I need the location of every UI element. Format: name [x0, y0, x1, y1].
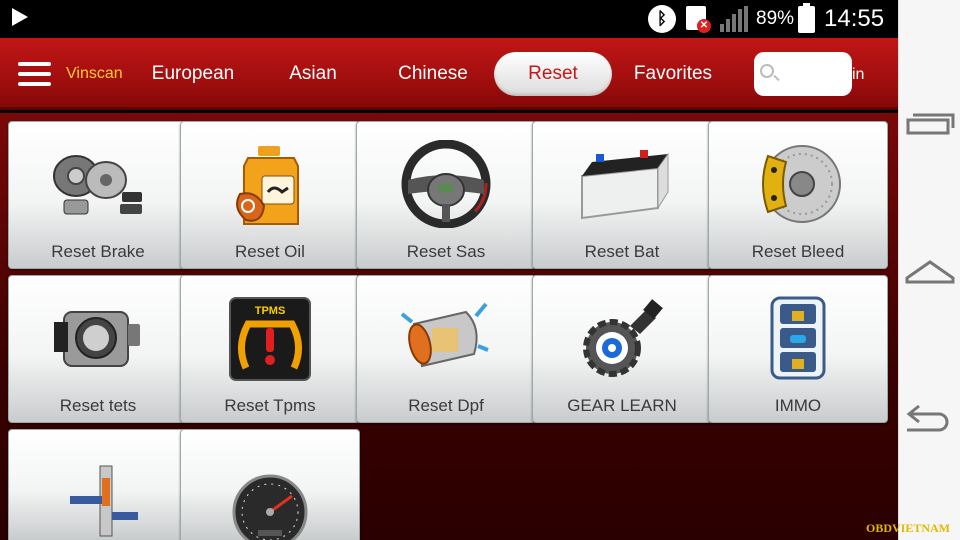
recent-apps-icon[interactable]: [899, 94, 960, 154]
tab-european[interactable]: European: [138, 52, 248, 96]
odometer-icon: [232, 474, 308, 540]
dpf-filter-icon: [400, 302, 489, 368]
home-icon[interactable]: [899, 240, 960, 300]
search-icon: [760, 64, 774, 78]
tab-chinese[interactable]: Chinese: [378, 52, 488, 96]
tile-label: Reset Dpf: [408, 396, 484, 415]
brand-label: Vinscan: [66, 65, 123, 82]
back-icon[interactable]: [899, 386, 960, 446]
immobilizer-lock-icon: [770, 296, 826, 380]
tpms-text: TPMS: [255, 305, 286, 317]
tpms-warning-icon: TPMS: [229, 297, 311, 381]
sim-error-icon: ✕: [686, 6, 711, 33]
tile-label: Reset Bleed: [751, 242, 845, 261]
tile-reset-bat[interactable]: Reset Bat: [532, 121, 712, 269]
car-battery-icon: [581, 150, 669, 220]
tab-reset[interactable]: Reset: [494, 52, 612, 96]
tile-immo[interactable]: IMMO: [708, 275, 888, 423]
tile-odometer[interactable]: [180, 429, 360, 540]
tile-reset-tets[interactable]: Reset tets: [8, 275, 188, 423]
search-box[interactable]: [754, 52, 852, 96]
bluetooth-icon: ᛒ: [648, 5, 676, 33]
app-header: Vinscan European Asian Chinese Reset Fav…: [0, 38, 898, 110]
oil-can-icon: [236, 146, 299, 225]
tile-reset-brake[interactable]: Reset Brake: [8, 121, 188, 269]
tile-reset-sas[interactable]: Reset Sas: [356, 121, 536, 269]
function-grid: Reset Brake Reset Oil Reset Sas Reset Ba…: [0, 113, 898, 540]
watermark: OBDVIETNAM: [866, 521, 951, 535]
play-icon: [12, 8, 28, 26]
gear-sensor-icon: [583, 299, 663, 377]
status-bar: ᛒ ✕ 89% 14:55: [0, 0, 898, 38]
tile-label: Reset Tpms: [224, 396, 316, 415]
tile-reset-bleed[interactable]: Reset Bleed: [708, 121, 888, 269]
signal-icon: [720, 6, 750, 32]
tile-label: IMMO: [774, 396, 822, 415]
tile-reset-dpf[interactable]: Reset Dpf: [356, 275, 536, 423]
search-suffix-text: in: [852, 66, 865, 83]
tile-label: Reset Brake: [51, 242, 145, 261]
brake-caliper-icon: [762, 145, 841, 223]
tile-label: Reset Bat: [584, 242, 660, 261]
tile-label: GEAR LEARN: [567, 396, 677, 415]
battery-icon: [798, 3, 815, 33]
navigation-bar: [898, 0, 960, 540]
battery-percent: 89%: [756, 8, 795, 29]
steering-wheel-icon: [401, 140, 491, 228]
tile-gear-learn[interactable]: GEAR LEARN: [532, 275, 712, 423]
app-screen: ᛒ ✕ 89% 14:55 Vinscan European Asian Chi…: [0, 0, 960, 540]
tile-label: Reset tets: [59, 396, 137, 415]
injector-icon: [70, 465, 138, 537]
tile-label: Reset Oil: [235, 242, 305, 261]
tab-favorites[interactable]: Favorites: [618, 52, 728, 96]
hamburger-menu-icon[interactable]: [18, 62, 51, 86]
brake-parts-icon: [53, 155, 142, 215]
tab-asian[interactable]: Asian: [258, 52, 368, 96]
tile-reset-oil[interactable]: Reset Oil: [180, 121, 360, 269]
tile-reset-tpms[interactable]: TPMS Reset Tpms: [180, 275, 360, 423]
tile-label: Reset Sas: [406, 242, 486, 261]
tile-injector[interactable]: [8, 429, 188, 540]
throttle-body-icon: [54, 311, 140, 367]
search-input[interactable]: [778, 60, 848, 88]
clock: 14:55: [824, 5, 885, 32]
